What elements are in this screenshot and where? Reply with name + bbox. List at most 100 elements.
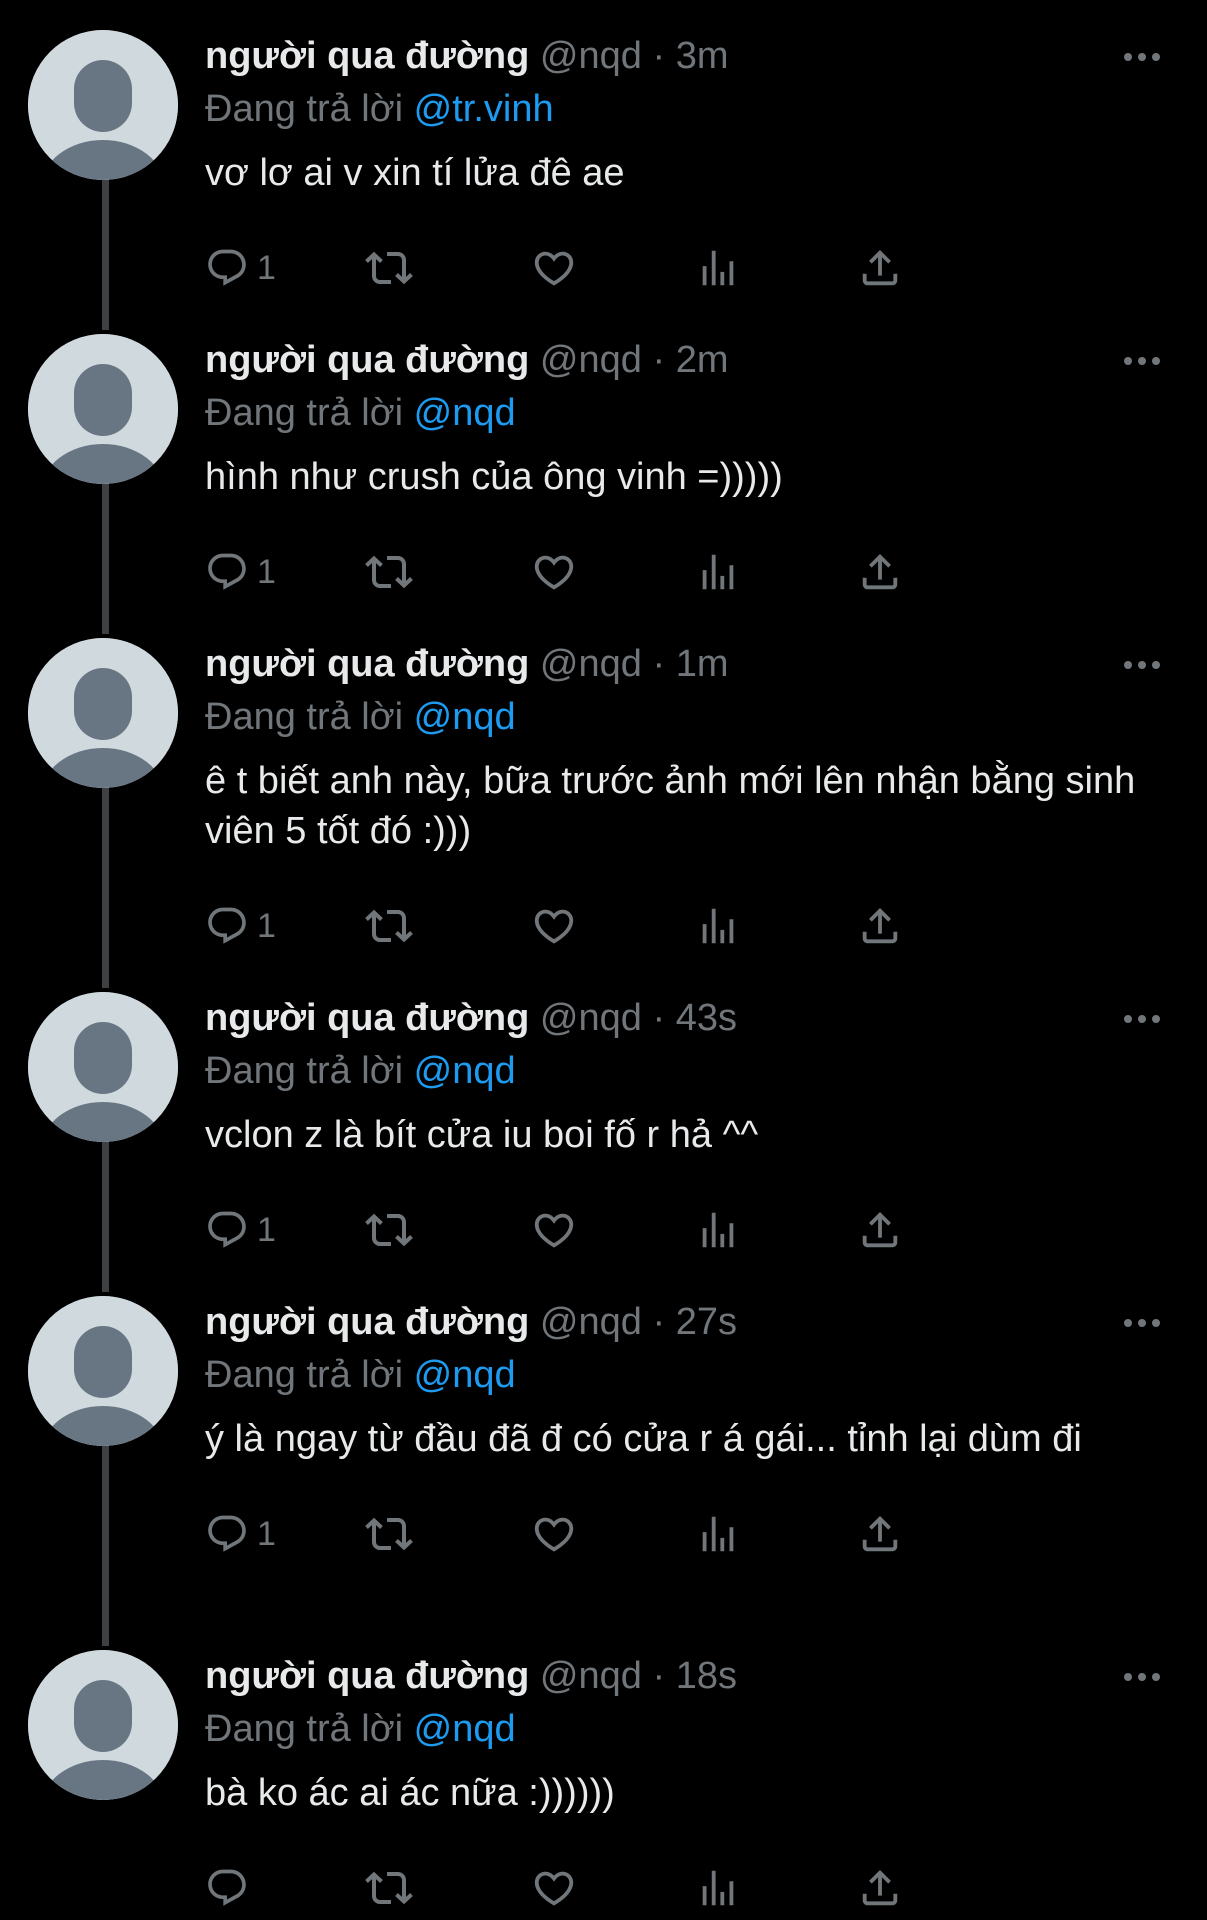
reply-count: 1 bbox=[257, 1210, 276, 1249]
reply-button[interactable]: 1 bbox=[205, 1504, 276, 1564]
separator: · bbox=[652, 35, 666, 77]
default-avatar-icon bbox=[28, 638, 178, 788]
more-button[interactable] bbox=[1117, 1308, 1167, 1338]
retweet-icon bbox=[365, 1517, 413, 1551]
avatar[interactable] bbox=[28, 638, 178, 788]
avatar[interactable] bbox=[28, 30, 178, 180]
tweet-text: ê t biết anh này, bữa trước ảnh mới lên … bbox=[205, 760, 1136, 852]
views-icon bbox=[702, 1870, 734, 1906]
mention-link[interactable]: @nqd bbox=[414, 1354, 516, 1396]
action-bar: 1 bbox=[205, 238, 1177, 298]
display-name[interactable]: người qua đường bbox=[205, 643, 529, 685]
mention-link[interactable]: @nqd bbox=[414, 1050, 516, 1092]
tweet-header: người qua đường @nqd · 2m bbox=[205, 332, 1177, 388]
tweet-text: vclon z là bít cửa iu boi fố r hả ^^ bbox=[205, 1114, 759, 1156]
more-button[interactable] bbox=[1117, 42, 1167, 72]
timestamp[interactable]: 2m bbox=[676, 339, 729, 381]
thread-line bbox=[102, 1444, 109, 1646]
display-name[interactable]: người qua đường bbox=[205, 1301, 529, 1343]
mention-link[interactable]: @nqd bbox=[414, 392, 516, 434]
display-name[interactable]: người qua đường bbox=[205, 997, 529, 1039]
share-button[interactable] bbox=[857, 542, 903, 602]
display-name[interactable]: người qua đường bbox=[205, 339, 529, 381]
separator: · bbox=[652, 1655, 666, 1697]
tweet-header: người qua đường @nqd · 18s bbox=[205, 1648, 1177, 1704]
more-icon bbox=[1124, 53, 1160, 61]
share-button[interactable] bbox=[857, 1200, 903, 1260]
reply-count: 1 bbox=[257, 1514, 276, 1553]
reply-button[interactable]: 1 bbox=[205, 238, 276, 298]
retweet-button[interactable] bbox=[365, 1858, 413, 1918]
tweet-content: người qua đường @nqd · 43s Đang trả lời … bbox=[205, 990, 1177, 1260]
views-button[interactable] bbox=[695, 1858, 741, 1918]
user-handle[interactable]: @nqd bbox=[540, 1301, 642, 1343]
tweet-text: hình như crush của ông vinh =))))) bbox=[205, 456, 783, 498]
like-button[interactable] bbox=[531, 1504, 577, 1564]
share-button[interactable] bbox=[857, 1504, 903, 1564]
reply-button[interactable]: 1 bbox=[205, 542, 276, 602]
retweet-button[interactable] bbox=[365, 542, 413, 602]
more-button[interactable] bbox=[1117, 1662, 1167, 1692]
like-button[interactable] bbox=[531, 1200, 577, 1260]
retweet-button[interactable] bbox=[365, 238, 413, 298]
share-button[interactable] bbox=[857, 1858, 903, 1918]
display-name[interactable]: người qua đường bbox=[205, 35, 529, 77]
avatar[interactable] bbox=[28, 1296, 178, 1446]
timestamp[interactable]: 3m bbox=[676, 35, 729, 77]
reply-icon bbox=[208, 1515, 246, 1552]
reply-prefix: Đang trả lời bbox=[205, 1708, 404, 1750]
views-button[interactable] bbox=[695, 896, 741, 956]
avatar[interactable] bbox=[28, 334, 178, 484]
reply-icon bbox=[208, 553, 246, 590]
views-button[interactable] bbox=[695, 1504, 741, 1564]
display-name[interactable]: người qua đường bbox=[205, 1655, 529, 1697]
avatar[interactable] bbox=[28, 1650, 178, 1800]
more-button[interactable] bbox=[1117, 1004, 1167, 1034]
like-button[interactable] bbox=[531, 542, 577, 602]
mention-link[interactable]: @tr.vinh bbox=[414, 88, 554, 130]
action-bar: 1 bbox=[205, 1200, 1177, 1260]
more-icon bbox=[1124, 1319, 1160, 1327]
like-icon bbox=[534, 555, 574, 590]
mention-link[interactable]: @nqd bbox=[414, 696, 516, 738]
user-handle[interactable]: @nqd bbox=[540, 643, 642, 685]
share-button[interactable] bbox=[857, 896, 903, 956]
retweet-icon bbox=[365, 1213, 413, 1247]
tweet-content: người qua đường @nqd · 27s Đang trả lời … bbox=[205, 1294, 1177, 1564]
views-button[interactable] bbox=[695, 1200, 741, 1260]
reply-button[interactable]: 1 bbox=[205, 1200, 276, 1260]
user-handle[interactable]: @nqd bbox=[540, 35, 642, 77]
views-icon bbox=[702, 1212, 734, 1248]
reply-prefix: Đang trả lời bbox=[205, 1050, 404, 1092]
thread-line bbox=[102, 786, 109, 988]
more-button[interactable] bbox=[1117, 346, 1167, 376]
more-icon bbox=[1124, 1015, 1160, 1023]
like-button[interactable] bbox=[531, 238, 577, 298]
share-button[interactable] bbox=[857, 238, 903, 298]
user-handle[interactable]: @nqd bbox=[540, 339, 642, 381]
views-icon bbox=[702, 1516, 734, 1552]
views-button[interactable] bbox=[695, 238, 741, 298]
retweet-button[interactable] bbox=[365, 1504, 413, 1564]
timestamp[interactable]: 18s bbox=[676, 1655, 737, 1697]
more-button[interactable] bbox=[1117, 650, 1167, 680]
timestamp[interactable]: 1m bbox=[676, 643, 729, 685]
timestamp[interactable]: 27s bbox=[676, 1301, 737, 1343]
timestamp[interactable]: 43s bbox=[676, 997, 737, 1039]
reply-button[interactable]: 1 bbox=[205, 896, 276, 956]
default-avatar-icon bbox=[28, 334, 178, 484]
more-icon bbox=[1124, 661, 1160, 669]
mention-link[interactable]: @nqd bbox=[414, 1708, 516, 1750]
retweet-button[interactable] bbox=[365, 1200, 413, 1260]
like-button[interactable] bbox=[531, 1858, 577, 1918]
reply-button[interactable] bbox=[205, 1858, 257, 1918]
like-button[interactable] bbox=[531, 896, 577, 956]
user-handle[interactable]: @nqd bbox=[540, 997, 642, 1039]
replying-to: Đang trả lời @nqd bbox=[205, 692, 1177, 742]
views-button[interactable] bbox=[695, 542, 741, 602]
user-handle[interactable]: @nqd bbox=[540, 1655, 642, 1697]
avatar[interactable] bbox=[28, 992, 178, 1142]
tweet-header: người qua đường @nqd · 3m bbox=[205, 28, 1177, 84]
like-icon bbox=[534, 251, 574, 286]
retweet-button[interactable] bbox=[365, 896, 413, 956]
